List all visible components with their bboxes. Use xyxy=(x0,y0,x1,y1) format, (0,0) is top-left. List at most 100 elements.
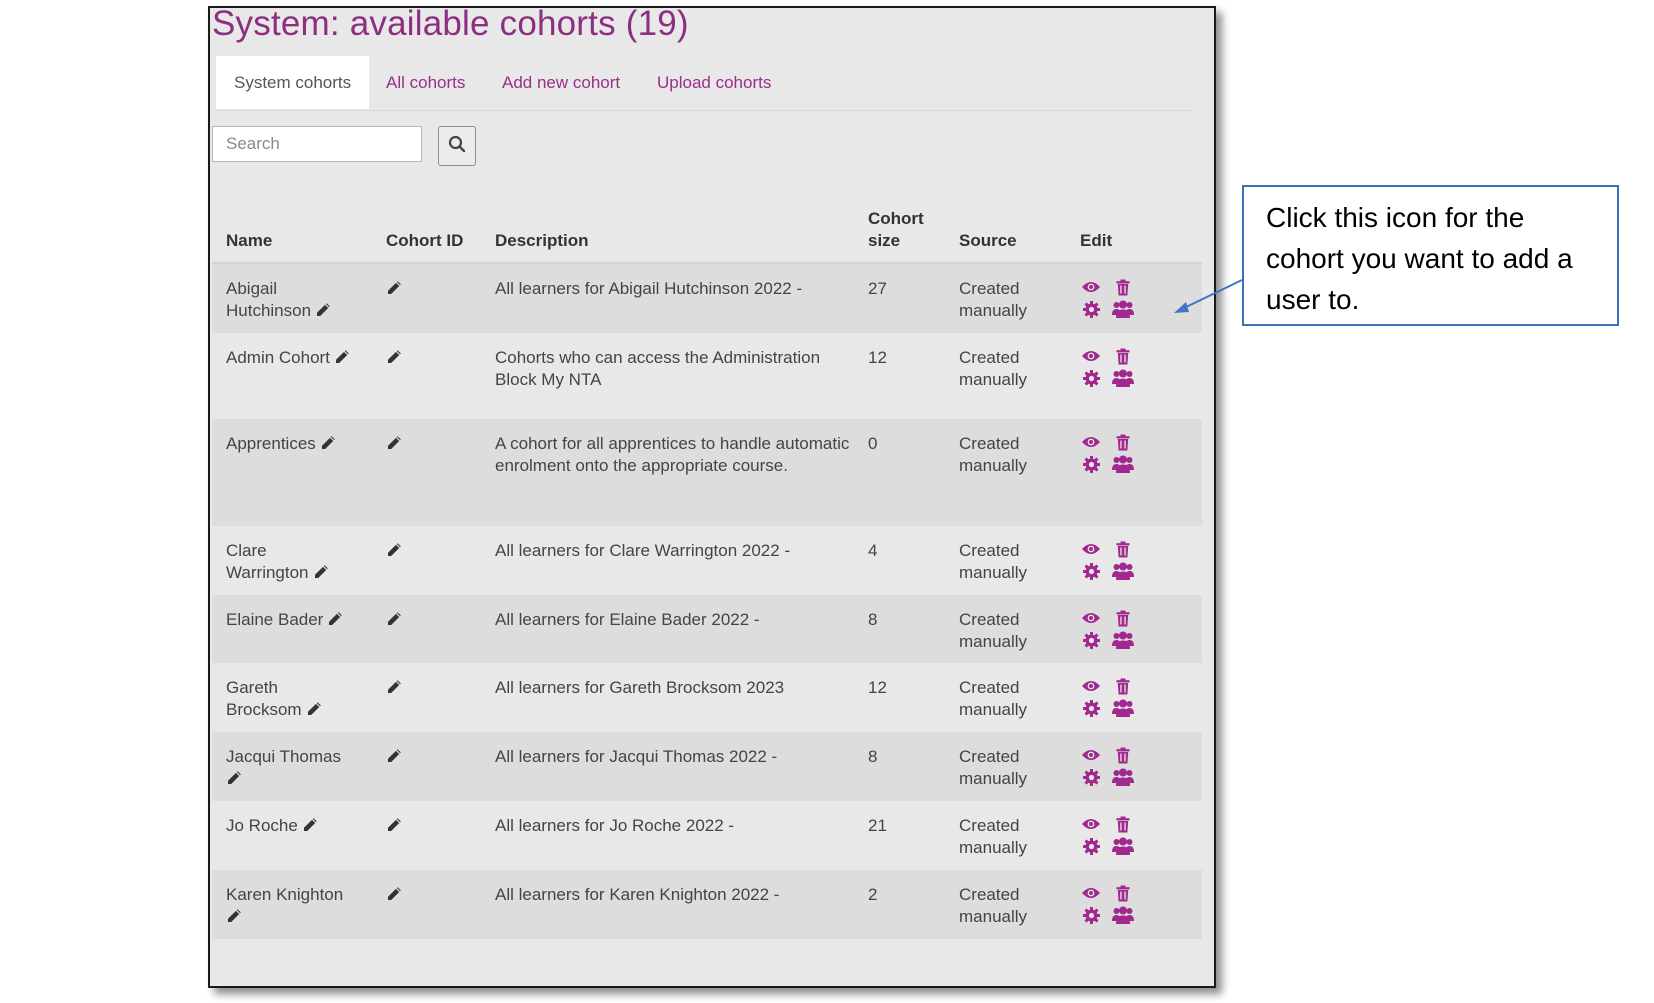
table-row: Jo Roche All learners for Jo Roche 2022 -… xyxy=(212,801,1202,870)
eye-icon[interactable] xyxy=(1080,677,1102,695)
header-cohort-size-line2: size xyxy=(868,231,901,250)
assign-users-icon[interactable] xyxy=(1112,562,1134,580)
trash-icon[interactable] xyxy=(1112,540,1134,558)
assign-users-icon[interactable] xyxy=(1112,768,1134,786)
cohort-id-cell xyxy=(386,609,402,631)
eye-icon[interactable] xyxy=(1080,815,1102,833)
cohort-source-line2: manually xyxy=(959,632,1028,651)
table-row: Apprentices A cohort for all apprentices … xyxy=(212,419,1202,526)
edit-name-pencil-icon[interactable] xyxy=(315,302,331,318)
edit-actions xyxy=(1080,433,1150,473)
cohort-name: Jo Roche xyxy=(226,815,361,837)
search-icon xyxy=(448,135,466,158)
cohort-name-line1: Apprentices xyxy=(226,434,316,453)
edit-name-pencil-icon[interactable] xyxy=(320,435,336,451)
edit-actions xyxy=(1080,815,1150,855)
edit-actions xyxy=(1080,540,1150,580)
edit-cohort-id-pencil-icon[interactable] xyxy=(386,280,402,296)
cohort-name-line1: Karen Knighton xyxy=(226,885,344,904)
edit-cohort-id-pencil-icon[interactable] xyxy=(386,679,402,695)
eye-icon[interactable] xyxy=(1080,609,1102,627)
tab-upload-cohorts[interactable]: Upload cohorts xyxy=(639,56,789,109)
tab-all-cohorts[interactable]: All cohorts xyxy=(368,56,483,109)
edit-cohort-id-pencil-icon[interactable] xyxy=(386,611,402,627)
gear-icon[interactable] xyxy=(1080,837,1102,855)
trash-icon[interactable] xyxy=(1112,815,1134,833)
tab-system-cohorts[interactable]: System cohorts xyxy=(216,56,370,109)
cohort-name-line2: Brocksom xyxy=(226,700,302,719)
cohort-name-line1: Abigail xyxy=(226,279,278,298)
cohort-source-line2: manually xyxy=(959,907,1028,926)
eye-icon[interactable] xyxy=(1080,433,1102,451)
assign-users-icon[interactable] xyxy=(1112,369,1134,387)
cohort-name: Gareth Brocksom xyxy=(226,677,361,721)
cohort-name: Apprentices xyxy=(226,433,361,455)
gear-icon[interactable] xyxy=(1080,699,1102,717)
cohort-name-line1: Clare xyxy=(226,541,267,560)
cohort-name: Karen Knighton xyxy=(226,884,361,928)
edit-cohort-id-pencil-icon[interactable] xyxy=(386,435,402,451)
gear-icon[interactable] xyxy=(1080,631,1102,649)
cohort-description: All learners for Jo Roche 2022 - xyxy=(495,816,735,835)
edit-name-pencil-icon[interactable] xyxy=(226,770,242,786)
assign-users-icon[interactable] xyxy=(1112,699,1134,717)
edit-name-pencil-icon[interactable] xyxy=(306,701,322,717)
cohort-name-line1: Elaine Bader xyxy=(226,610,324,629)
edit-name-pencil-icon[interactable] xyxy=(226,908,242,924)
edit-cohort-id-pencil-icon[interactable] xyxy=(386,748,402,764)
edit-name-pencil-icon[interactable] xyxy=(334,349,350,365)
gear-icon[interactable] xyxy=(1080,768,1102,786)
table-row: Gareth Brocksom All learners for Gareth Br… xyxy=(212,663,1202,732)
trash-icon[interactable] xyxy=(1112,278,1134,296)
cohort-size: 12 xyxy=(868,678,887,697)
search-button[interactable] xyxy=(438,126,476,166)
edit-cohort-id-pencil-icon[interactable] xyxy=(386,886,402,902)
edit-cohort-id-pencil-icon[interactable] xyxy=(386,542,402,558)
trash-icon[interactable] xyxy=(1112,884,1134,902)
cohort-name-line1: Jacqui Thomas xyxy=(226,747,341,766)
cohort-source-line2: manually xyxy=(959,700,1028,719)
cohort-size: 8 xyxy=(868,610,878,629)
edit-actions xyxy=(1080,677,1150,717)
assign-users-icon[interactable] xyxy=(1112,300,1134,318)
cohort-size: 0 xyxy=(868,434,878,453)
gear-icon[interactable] xyxy=(1080,562,1102,580)
edit-name-pencil-icon[interactable] xyxy=(302,817,318,833)
assign-users-icon[interactable] xyxy=(1112,631,1134,649)
trash-icon[interactable] xyxy=(1112,609,1134,627)
eye-icon[interactable] xyxy=(1080,540,1102,558)
edit-name-pencil-icon[interactable] xyxy=(327,611,343,627)
edit-actions xyxy=(1080,278,1150,318)
trash-icon[interactable] xyxy=(1112,347,1134,365)
cohort-description: All learners for Karen Knighton 2022 - xyxy=(495,885,780,904)
edit-cohort-id-pencil-icon[interactable] xyxy=(386,349,402,365)
cohort-source: Created manually xyxy=(959,609,1049,653)
cohort-name-line2: Hutchinson xyxy=(226,301,312,320)
search-input[interactable] xyxy=(212,126,422,162)
gear-icon[interactable] xyxy=(1080,300,1102,318)
edit-name-pencil-icon[interactable] xyxy=(313,564,329,580)
eye-icon[interactable] xyxy=(1080,347,1102,365)
assign-users-icon[interactable] xyxy=(1112,906,1134,924)
trash-icon[interactable] xyxy=(1112,677,1134,695)
trash-icon[interactable] xyxy=(1112,746,1134,764)
cohort-source-line1: Created xyxy=(959,747,1020,766)
edit-cohort-id-pencil-icon[interactable] xyxy=(386,817,402,833)
header-description: Description xyxy=(495,231,589,250)
cohort-size: 21 xyxy=(868,816,887,835)
tab-add-new-cohort[interactable]: Add new cohort xyxy=(484,56,638,109)
trash-icon[interactable] xyxy=(1112,433,1134,451)
cohort-source-line1: Created xyxy=(959,678,1020,697)
eye-icon[interactable] xyxy=(1080,746,1102,764)
eye-icon[interactable] xyxy=(1080,278,1102,296)
gear-icon[interactable] xyxy=(1080,455,1102,473)
cohort-source-line1: Created xyxy=(959,610,1020,629)
page-title: System: available cohorts (19) xyxy=(212,6,689,43)
table-row: Clare Warrington All learners for Clare Wa… xyxy=(212,526,1202,595)
assign-users-icon[interactable] xyxy=(1112,455,1134,473)
eye-icon[interactable] xyxy=(1080,884,1102,902)
gear-icon[interactable] xyxy=(1080,369,1102,387)
assign-users-icon[interactable] xyxy=(1112,837,1134,855)
gear-icon[interactable] xyxy=(1080,906,1102,924)
table-row: Karen Knighton All learners for Karen Kni… xyxy=(212,870,1202,939)
